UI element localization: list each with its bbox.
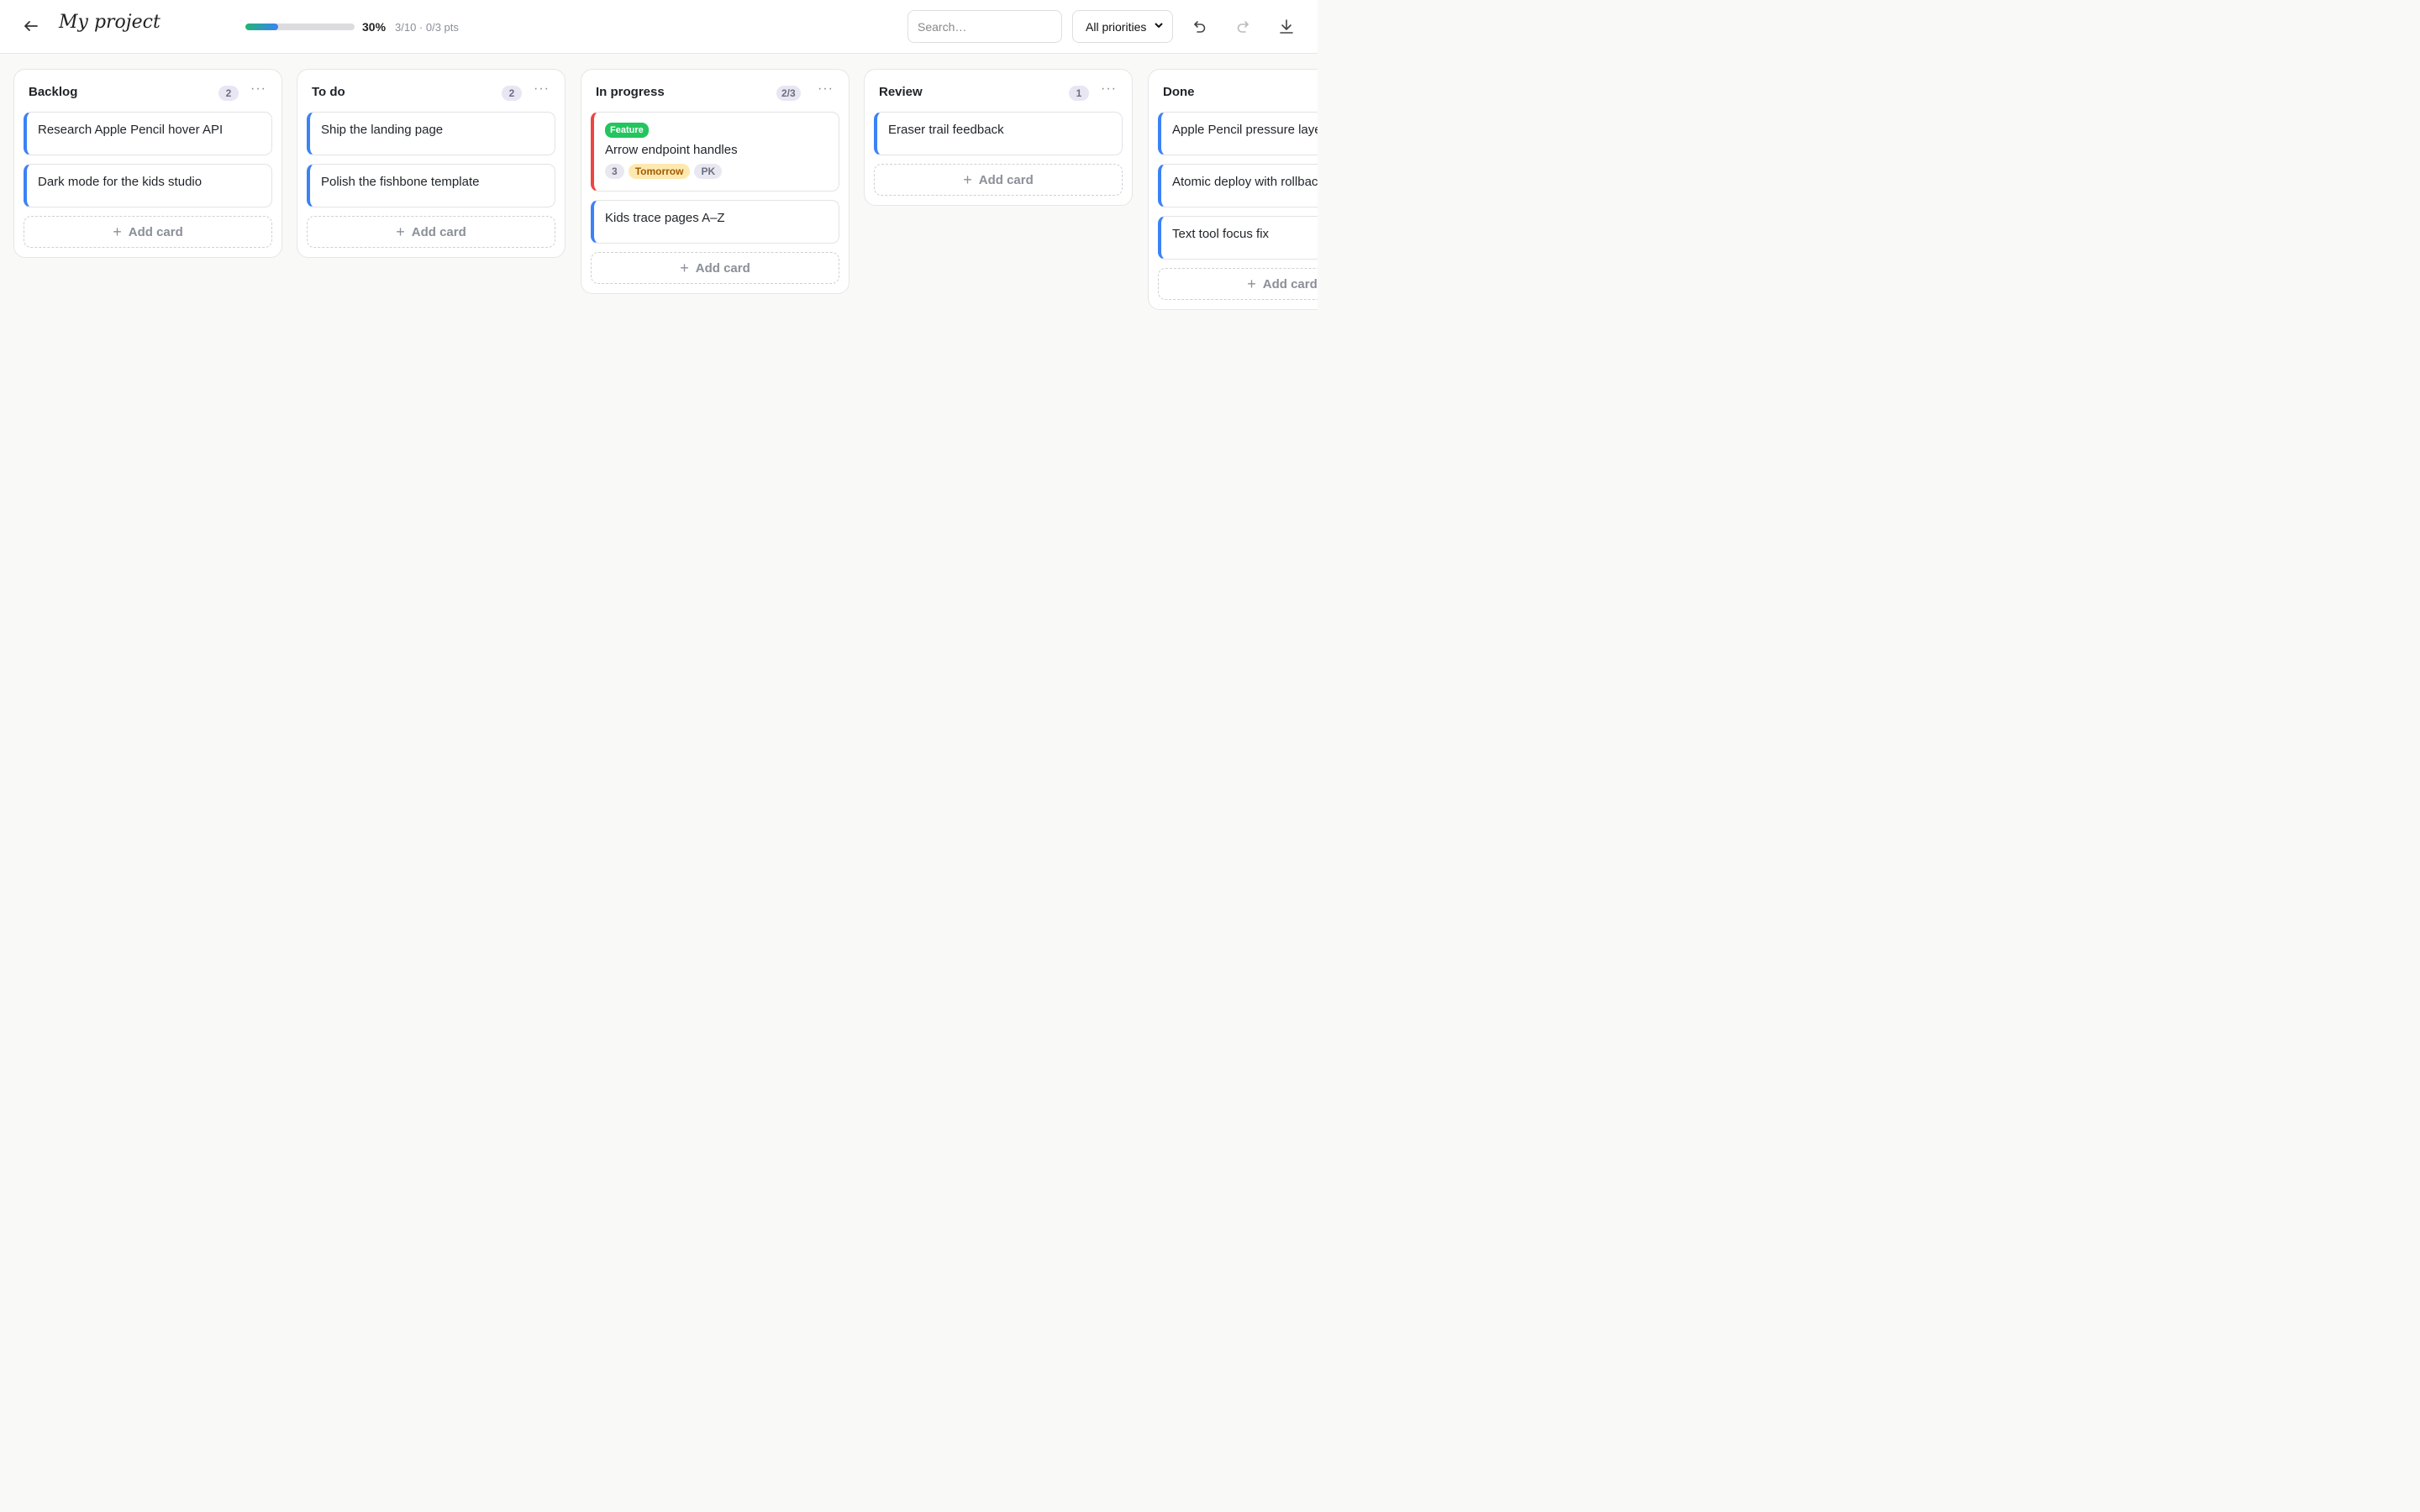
task-card[interactable]: Kids trace pages A–Z bbox=[591, 200, 839, 244]
tag-badge: Feature bbox=[605, 123, 649, 138]
project-title[interactable]: My project bbox=[59, 12, 160, 33]
column-in-progress: In progress 2/3 ··· Feature Arrow endpoi… bbox=[581, 69, 850, 294]
chevron-down-icon bbox=[1154, 20, 1164, 33]
priority-filter-select[interactable]: All priorities bbox=[1072, 10, 1173, 43]
column-backlog: Backlog 2 ··· Research Apple Pencil hove… bbox=[13, 69, 282, 258]
task-card[interactable]: Dark mode for the kids studio bbox=[24, 164, 272, 207]
progress-percent: 30% bbox=[362, 20, 387, 34]
due-date-badge: Tomorrow bbox=[628, 164, 691, 179]
add-card-label: Add card bbox=[695, 260, 750, 276]
card-title: Dark mode for the kids studio bbox=[38, 175, 203, 189]
task-card[interactable]: Text tool focus fix bbox=[1158, 216, 1318, 260]
progress-bar bbox=[245, 24, 355, 30]
download-icon bbox=[1280, 19, 1293, 34]
plus-icon: + bbox=[1247, 275, 1256, 292]
add-card-label: Add card bbox=[411, 224, 466, 239]
redo-icon bbox=[1237, 21, 1249, 33]
task-card[interactable]: Eraser trail feedback bbox=[874, 112, 1123, 155]
column-title[interactable]: Review bbox=[879, 85, 923, 99]
card-meta: 3 Tomorrow PK bbox=[605, 164, 828, 179]
task-card[interactable]: Feature Arrow endpoint handles 3 Tomorro… bbox=[591, 112, 839, 192]
plus-icon: + bbox=[396, 223, 405, 240]
redo-button[interactable] bbox=[1233, 16, 1255, 38]
column-count-badge: 2 bbox=[218, 86, 239, 101]
task-card[interactable]: Polish the fishbone template bbox=[307, 164, 555, 207]
column-done: Done Apple Pencil pressure layers Atomic… bbox=[1148, 69, 1318, 310]
column-header: Backlog 2 ··· bbox=[14, 70, 281, 112]
column-title[interactable]: In progress bbox=[596, 85, 665, 99]
task-card[interactable]: Research Apple Pencil hover API bbox=[24, 112, 272, 155]
card-title: Atomic deploy with rollback bbox=[1172, 175, 1318, 189]
column-todo: To do 2 ··· Ship the landing page Polish… bbox=[297, 69, 566, 258]
column-title[interactable]: Done bbox=[1163, 85, 1195, 99]
column-more-icon[interactable]: ··· bbox=[534, 81, 550, 97]
card-title: Ship the landing page bbox=[321, 123, 444, 137]
column-more-icon[interactable]: ··· bbox=[250, 81, 266, 97]
plus-icon: + bbox=[963, 171, 972, 188]
undo-icon bbox=[1194, 21, 1206, 33]
task-card[interactable]: Ship the landing page bbox=[307, 112, 555, 155]
top-bar: My project 30% 3/10 · 0/3 pts All priori… bbox=[0, 0, 1318, 54]
add-card-button[interactable]: + Add card bbox=[874, 164, 1123, 196]
undo-button[interactable] bbox=[1188, 16, 1210, 38]
column-title[interactable]: Backlog bbox=[29, 85, 77, 99]
card-title: Polish the fishbone template bbox=[321, 175, 480, 189]
column-review: Review 1 ··· Eraser trail feedback + Add… bbox=[864, 69, 1133, 206]
search-input[interactable] bbox=[908, 10, 1062, 43]
download-button[interactable] bbox=[1276, 16, 1297, 38]
add-card-button[interactable]: + Add card bbox=[24, 216, 272, 248]
progress-meta: 3/10 · 0/3 pts bbox=[395, 21, 459, 34]
add-card-label: Add card bbox=[978, 172, 1034, 187]
card-title: Text tool focus fix bbox=[1172, 227, 1270, 241]
card-title: Eraser trail feedback bbox=[888, 123, 1004, 137]
column-header: Done bbox=[1149, 70, 1318, 112]
plus-icon: + bbox=[680, 259, 689, 276]
column-count-badge: 2 bbox=[502, 86, 522, 101]
column-header: In progress 2/3 ··· bbox=[581, 70, 849, 112]
card-title: Kids trace pages A–Z bbox=[605, 211, 725, 225]
column-header: Review 1 ··· bbox=[865, 70, 1132, 112]
app-root: My project 30% 3/10 · 0/3 pts All priori… bbox=[0, 0, 1318, 823]
card-title: Research Apple Pencil hover API bbox=[38, 123, 224, 137]
add-card-label: Add card bbox=[128, 224, 183, 239]
add-card-button[interactable]: + Add card bbox=[1158, 268, 1318, 300]
column-header: To do 2 ··· bbox=[297, 70, 565, 112]
progress-fill bbox=[245, 24, 278, 30]
column-more-icon[interactable]: ··· bbox=[818, 81, 834, 97]
plus-icon: + bbox=[113, 223, 122, 240]
add-card-label: Add card bbox=[1262, 276, 1318, 291]
add-card-button[interactable]: + Add card bbox=[591, 252, 839, 284]
card-title: Arrow endpoint handles bbox=[605, 143, 738, 157]
column-more-icon[interactable]: ··· bbox=[1101, 81, 1117, 97]
back-arrow-icon bbox=[24, 21, 38, 31]
card-title: Apple Pencil pressure layers bbox=[1172, 123, 1318, 137]
priority-filter-value: All priorities bbox=[1086, 19, 1147, 34]
add-card-button[interactable]: + Add card bbox=[307, 216, 555, 248]
task-card[interactable]: Atomic deploy with rollback bbox=[1158, 164, 1318, 207]
column-count-badge: 1 bbox=[1069, 86, 1089, 101]
assignee-badge: PK bbox=[694, 164, 723, 179]
column-title[interactable]: To do bbox=[312, 85, 345, 99]
task-card[interactable]: Apple Pencil pressure layers bbox=[1158, 112, 1318, 155]
back-button[interactable] bbox=[20, 15, 42, 37]
points-badge: 3 bbox=[605, 164, 624, 179]
column-count-badge: 2/3 bbox=[776, 86, 801, 101]
